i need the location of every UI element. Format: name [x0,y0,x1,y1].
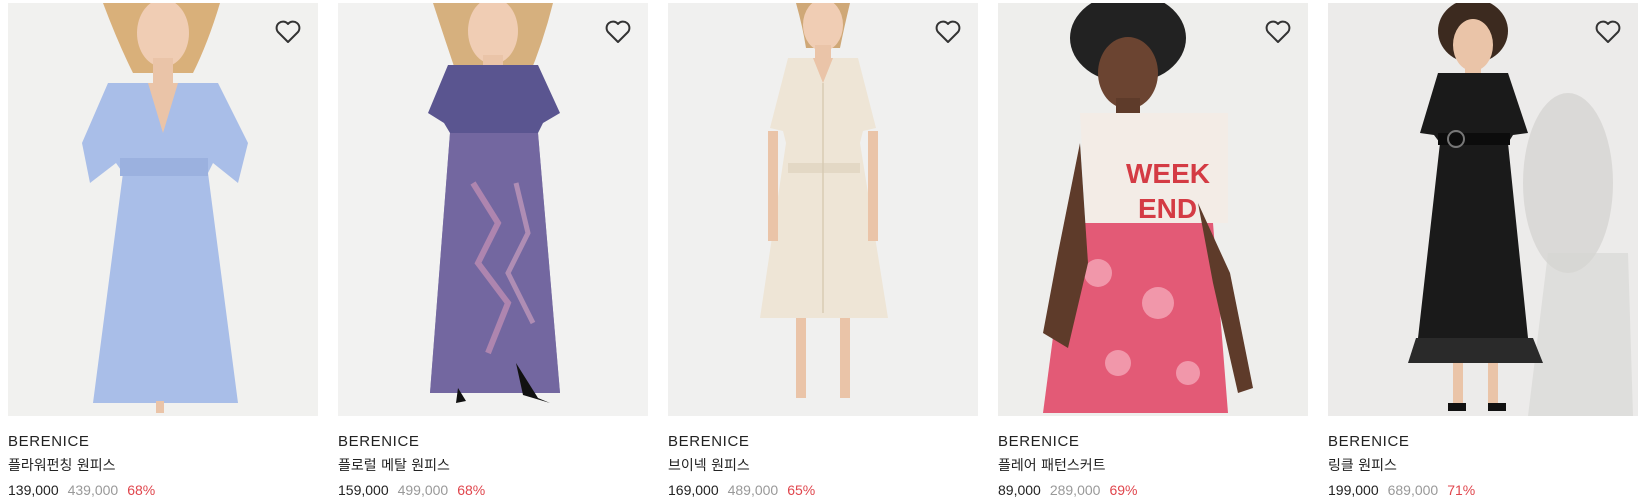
product-name[interactable]: 플로럴 메탈 원피스 [338,456,648,476]
product-brand[interactable]: BERENICE [668,432,978,452]
discount-rate: 71% [1447,482,1476,498]
product-photo [1328,3,1638,416]
product-prices: 159,000 499,000 68% [338,480,648,500]
wishlist-heart-icon[interactable] [274,19,302,45]
discount-rate: 68% [127,482,156,498]
wishlist-heart-icon[interactable] [604,19,632,45]
product-image[interactable] [338,3,648,416]
product-prices: 139,000 439,000 68% [8,480,318,500]
product-brand[interactable]: BERENICE [8,432,318,452]
product-brand[interactable]: BERENICE [998,432,1308,452]
product-prices: 169,000 489,000 65% [668,480,978,500]
product-name[interactable]: 브이넥 원피스 [668,456,978,476]
original-price: 499,000 [397,482,449,498]
product-prices: 199,000 689,000 71% [1328,480,1638,500]
sale-price: 139,000 [8,482,59,498]
product-grid: BERENICE 플라워펀칭 원피스 139,000 439,000 68% B… [0,0,1646,504]
sale-price: 169,000 [668,482,719,498]
product-photo [338,3,648,416]
discount-rate: 69% [1109,482,1138,498]
product-image[interactable]: WEEK END [998,3,1308,416]
product-image[interactable] [8,3,318,416]
sale-price: 159,000 [338,482,389,498]
product-name[interactable]: 플라워펀칭 원피스 [8,456,318,476]
sale-price: 199,000 [1328,482,1379,498]
product-card[interactable]: BERENICE 플라워펀칭 원피스 139,000 439,000 68% [8,3,318,500]
discount-rate: 65% [787,482,816,498]
product-image[interactable] [668,3,978,416]
svg-text:END: END [1138,193,1197,224]
wishlist-heart-icon[interactable] [1264,19,1292,45]
discount-rate: 68% [457,482,486,498]
svg-text:WEEK: WEEK [1126,158,1210,189]
original-price: 489,000 [727,482,779,498]
wishlist-heart-icon[interactable] [934,19,962,45]
product-name[interactable]: 링클 원피스 [1328,456,1638,476]
product-prices: 89,000 289,000 69% [998,480,1308,500]
product-photo: WEEK END [998,3,1308,416]
sale-price: 89,000 [998,482,1041,498]
product-photo [668,3,978,416]
product-name[interactable]: 플레어 패턴스커트 [998,456,1308,476]
product-photo [8,3,318,416]
wishlist-heart-icon[interactable] [1594,19,1622,45]
product-card[interactable]: BERENICE 브이넥 원피스 169,000 489,000 65% [668,3,978,500]
original-price: 289,000 [1049,482,1101,498]
product-card[interactable]: BERENICE 플로럴 메탈 원피스 159,000 499,000 68% [338,3,648,500]
original-price: 689,000 [1387,482,1439,498]
product-brand[interactable]: BERENICE [338,432,648,452]
product-card[interactable]: BERENICE 링클 원피스 199,000 689,000 71% [1328,3,1638,500]
original-price: 439,000 [67,482,119,498]
product-brand[interactable]: BERENICE [1328,432,1638,452]
product-card[interactable]: WEEK END BERENICE 플레어 패턴스커트 89,000 289,00… [998,3,1308,500]
product-image[interactable] [1328,3,1638,416]
